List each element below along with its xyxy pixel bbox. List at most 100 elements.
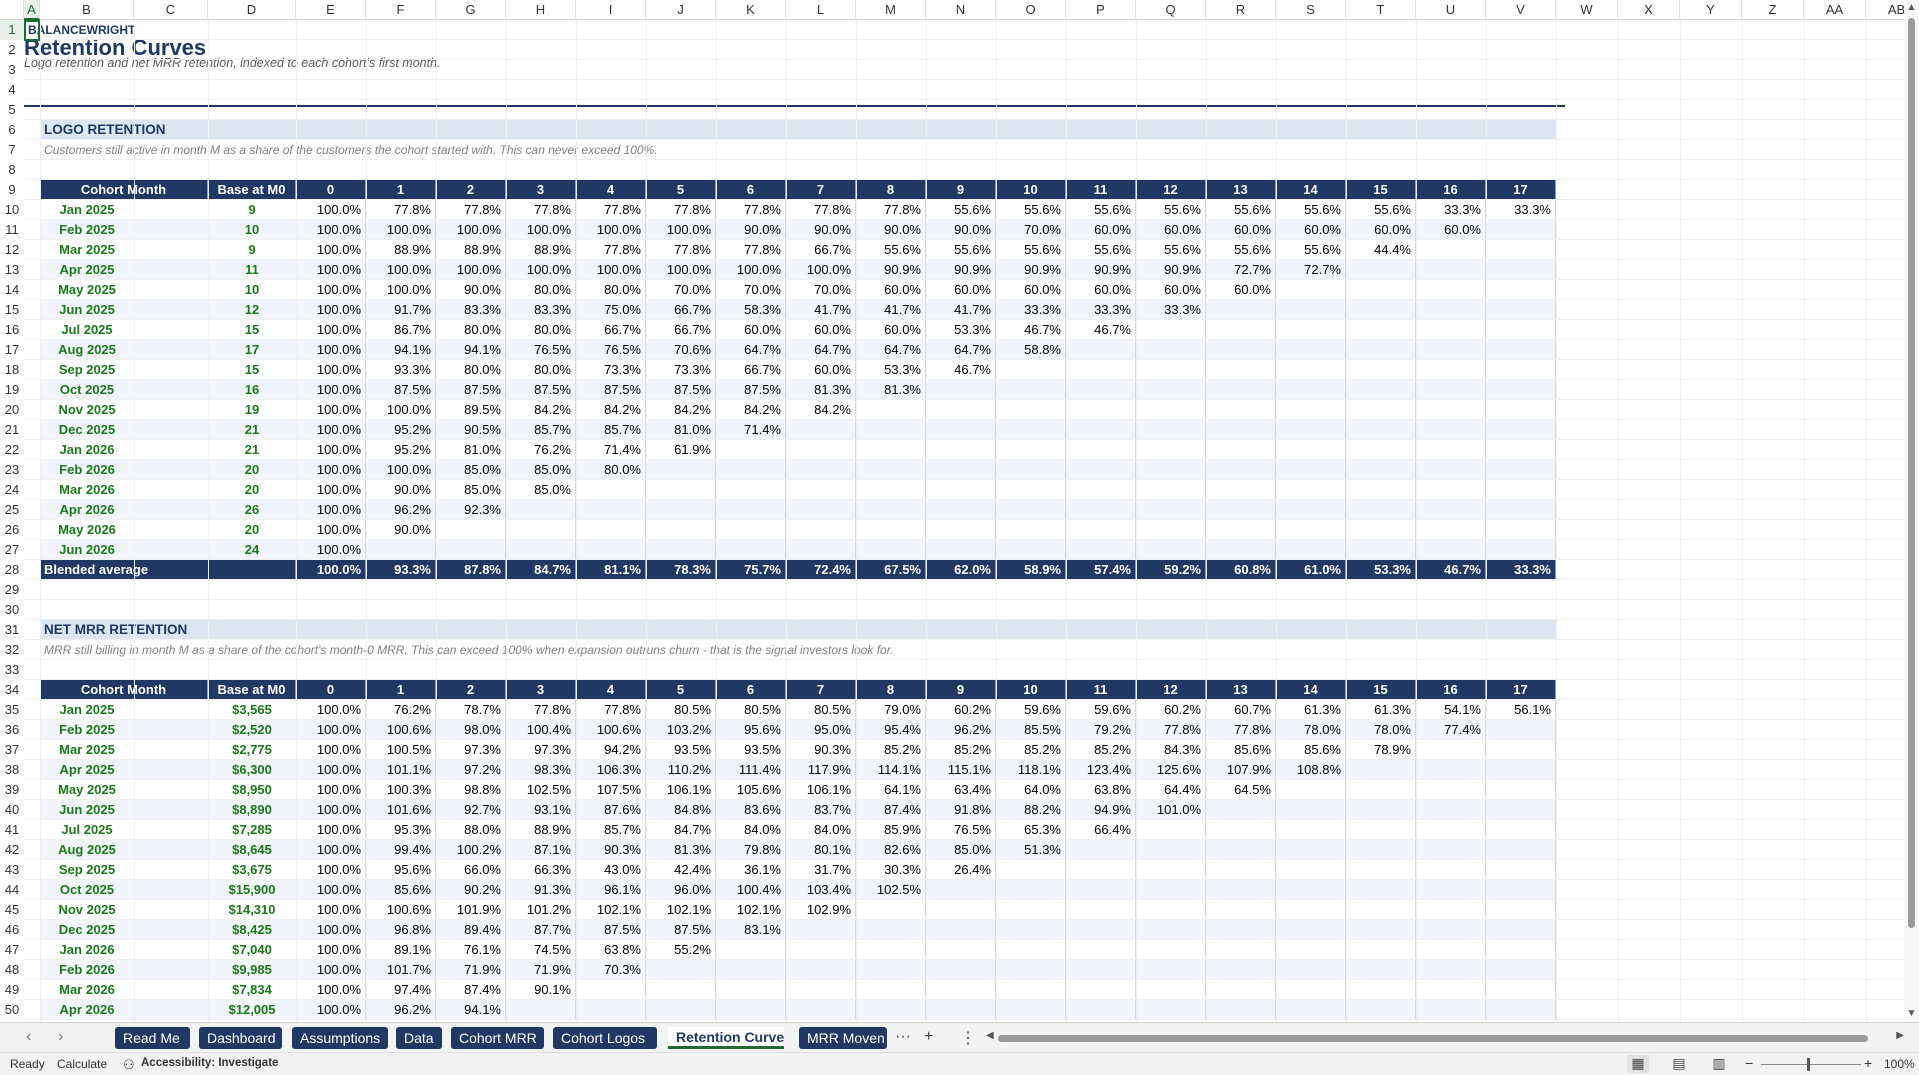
retention-value-cell[interactable] [856, 940, 926, 960]
normal-view-icon[interactable]: ▦ [1627, 1055, 1649, 1073]
average-value-cell[interactable]: 53.3% [1346, 560, 1416, 580]
retention-value-cell[interactable] [1066, 860, 1136, 880]
retention-value-cell[interactable] [1066, 520, 1136, 540]
retention-value-cell[interactable]: 85.2% [1066, 740, 1136, 760]
retention-value-cell[interactable]: 100.0% [506, 220, 576, 240]
retention-value-cell[interactable] [1206, 540, 1276, 560]
retention-value-cell[interactable] [1206, 960, 1276, 980]
retention-value-cell[interactable]: 66.7% [716, 360, 786, 380]
retention-value-cell[interactable] [1066, 460, 1136, 480]
retention-value-cell[interactable]: 105.6% [716, 780, 786, 800]
retention-value-cell[interactable]: 90.0% [436, 280, 506, 300]
cohort-month-cell[interactable]: May 2025 [40, 280, 134, 300]
scroll-up-icon[interactable]: ▲ [1904, 2, 1919, 13]
retention-value-cell[interactable] [1206, 480, 1276, 500]
cohort-month-cell[interactable]: Apr 2025 [40, 260, 134, 280]
retention-value-cell[interactable]: 90.0% [366, 480, 436, 500]
retention-value-cell[interactable]: 60.0% [1136, 220, 1206, 240]
retention-value-cell[interactable]: 80.5% [716, 700, 786, 720]
retention-value-cell[interactable]: 92.7% [436, 800, 506, 820]
retention-value-cell[interactable]: 88.9% [506, 240, 576, 260]
retention-value-cell[interactable] [996, 500, 1066, 520]
base-cell[interactable]: $14,310 [208, 900, 296, 920]
average-value-cell[interactable]: 57.4% [1066, 560, 1136, 580]
retention-value-cell[interactable]: 100.0% [436, 220, 506, 240]
row-header[interactable]: 14 [0, 280, 24, 300]
retention-value-cell[interactable] [1206, 940, 1276, 960]
retention-value-cell[interactable] [1416, 380, 1486, 400]
retention-value-cell[interactable]: 33.3% [1066, 300, 1136, 320]
retention-value-cell[interactable]: 77.8% [366, 200, 436, 220]
retention-value-cell[interactable]: 95.0% [786, 720, 856, 740]
retention-value-cell[interactable]: 60.0% [786, 320, 856, 340]
retention-value-cell[interactable] [1416, 460, 1486, 480]
retention-value-cell[interactable] [1066, 540, 1136, 560]
retention-value-cell[interactable] [646, 540, 716, 560]
retention-value-cell[interactable] [786, 540, 856, 560]
retention-value-cell[interactable]: 90.0% [366, 520, 436, 540]
zoom-in-icon[interactable]: + [1864, 1055, 1872, 1071]
retention-value-cell[interactable] [1346, 760, 1416, 780]
retention-value-cell[interactable] [786, 420, 856, 440]
row-header[interactable]: 31 [0, 620, 24, 640]
row-header[interactable]: 20 [0, 400, 24, 420]
retention-value-cell[interactable]: 66.7% [786, 240, 856, 260]
retention-value-cell[interactable]: 73.3% [576, 360, 646, 380]
retention-value-cell[interactable] [506, 500, 576, 520]
retention-value-cell[interactable]: 59.6% [996, 700, 1066, 720]
retention-value-cell[interactable]: 100.0% [576, 260, 646, 280]
row-header[interactable]: 26 [0, 520, 24, 540]
retention-value-cell[interactable] [1136, 920, 1206, 940]
column-header[interactable]: O [996, 0, 1066, 20]
retention-value-cell[interactable]: 90.9% [1066, 260, 1136, 280]
retention-value-cell[interactable] [1346, 400, 1416, 420]
cohort-month-header[interactable]: Cohort Month [40, 680, 208, 700]
retention-value-cell[interactable]: 64.5% [1206, 780, 1276, 800]
month-index-header[interactable]: 5 [646, 180, 716, 200]
retention-value-cell[interactable] [1206, 840, 1276, 860]
retention-value-cell[interactable] [1066, 380, 1136, 400]
retention-value-cell[interactable] [1206, 500, 1276, 520]
sheet-tab[interactable]: Cohort MRR [451, 1027, 544, 1049]
row-header[interactable]: 15 [0, 300, 24, 320]
row-header[interactable]: 43 [0, 860, 24, 880]
retention-value-cell[interactable] [1486, 840, 1556, 860]
scroll-left-icon[interactable]: ◀ [986, 1030, 994, 1041]
retention-value-cell[interactable]: 84.7% [646, 820, 716, 840]
retention-value-cell[interactable] [1136, 500, 1206, 520]
retention-value-cell[interactable]: 84.3% [1136, 740, 1206, 760]
month-index-header[interactable]: 16 [1416, 680, 1486, 700]
retention-value-cell[interactable] [716, 520, 786, 540]
retention-value-cell[interactable] [1486, 320, 1556, 340]
base-header[interactable]: Base at M0 [208, 180, 296, 200]
retention-value-cell[interactable] [716, 940, 786, 960]
retention-value-cell[interactable]: 61.3% [1276, 700, 1346, 720]
retention-value-cell[interactable]: 98.0% [436, 720, 506, 740]
cohort-month-cell[interactable]: Sep 2025 [40, 860, 134, 880]
retention-value-cell[interactable] [856, 480, 926, 500]
retention-value-cell[interactable]: 87.5% [646, 920, 716, 940]
retention-value-cell[interactable] [1486, 960, 1556, 980]
retention-value-cell[interactable] [1206, 340, 1276, 360]
retention-value-cell[interactable]: 85.2% [996, 740, 1066, 760]
base-cell[interactable]: $12,005 [208, 1000, 296, 1020]
retention-value-cell[interactable] [1416, 320, 1486, 340]
month-index-header[interactable]: 13 [1206, 180, 1276, 200]
retention-value-cell[interactable] [1136, 960, 1206, 980]
retention-value-cell[interactable]: 60.0% [716, 320, 786, 340]
retention-value-cell[interactable]: 101.7% [366, 960, 436, 980]
base-cell[interactable]: 20 [208, 480, 296, 500]
retention-value-cell[interactable]: 66.4% [1066, 820, 1136, 840]
retention-value-cell[interactable]: 60.0% [856, 320, 926, 340]
retention-value-cell[interactable] [1276, 340, 1346, 360]
retention-value-cell[interactable]: 97.2% [436, 760, 506, 780]
retention-value-cell[interactable] [1276, 500, 1346, 520]
retention-value-cell[interactable]: 55.2% [646, 940, 716, 960]
retention-value-cell[interactable]: 85.0% [506, 480, 576, 500]
month-index-header[interactable]: 9 [926, 180, 996, 200]
retention-value-cell[interactable] [646, 500, 716, 520]
cohort-month-cell[interactable]: Feb 2025 [40, 220, 134, 240]
retention-value-cell[interactable]: 87.5% [716, 380, 786, 400]
retention-value-cell[interactable] [1136, 360, 1206, 380]
retention-value-cell[interactable] [996, 1000, 1066, 1020]
